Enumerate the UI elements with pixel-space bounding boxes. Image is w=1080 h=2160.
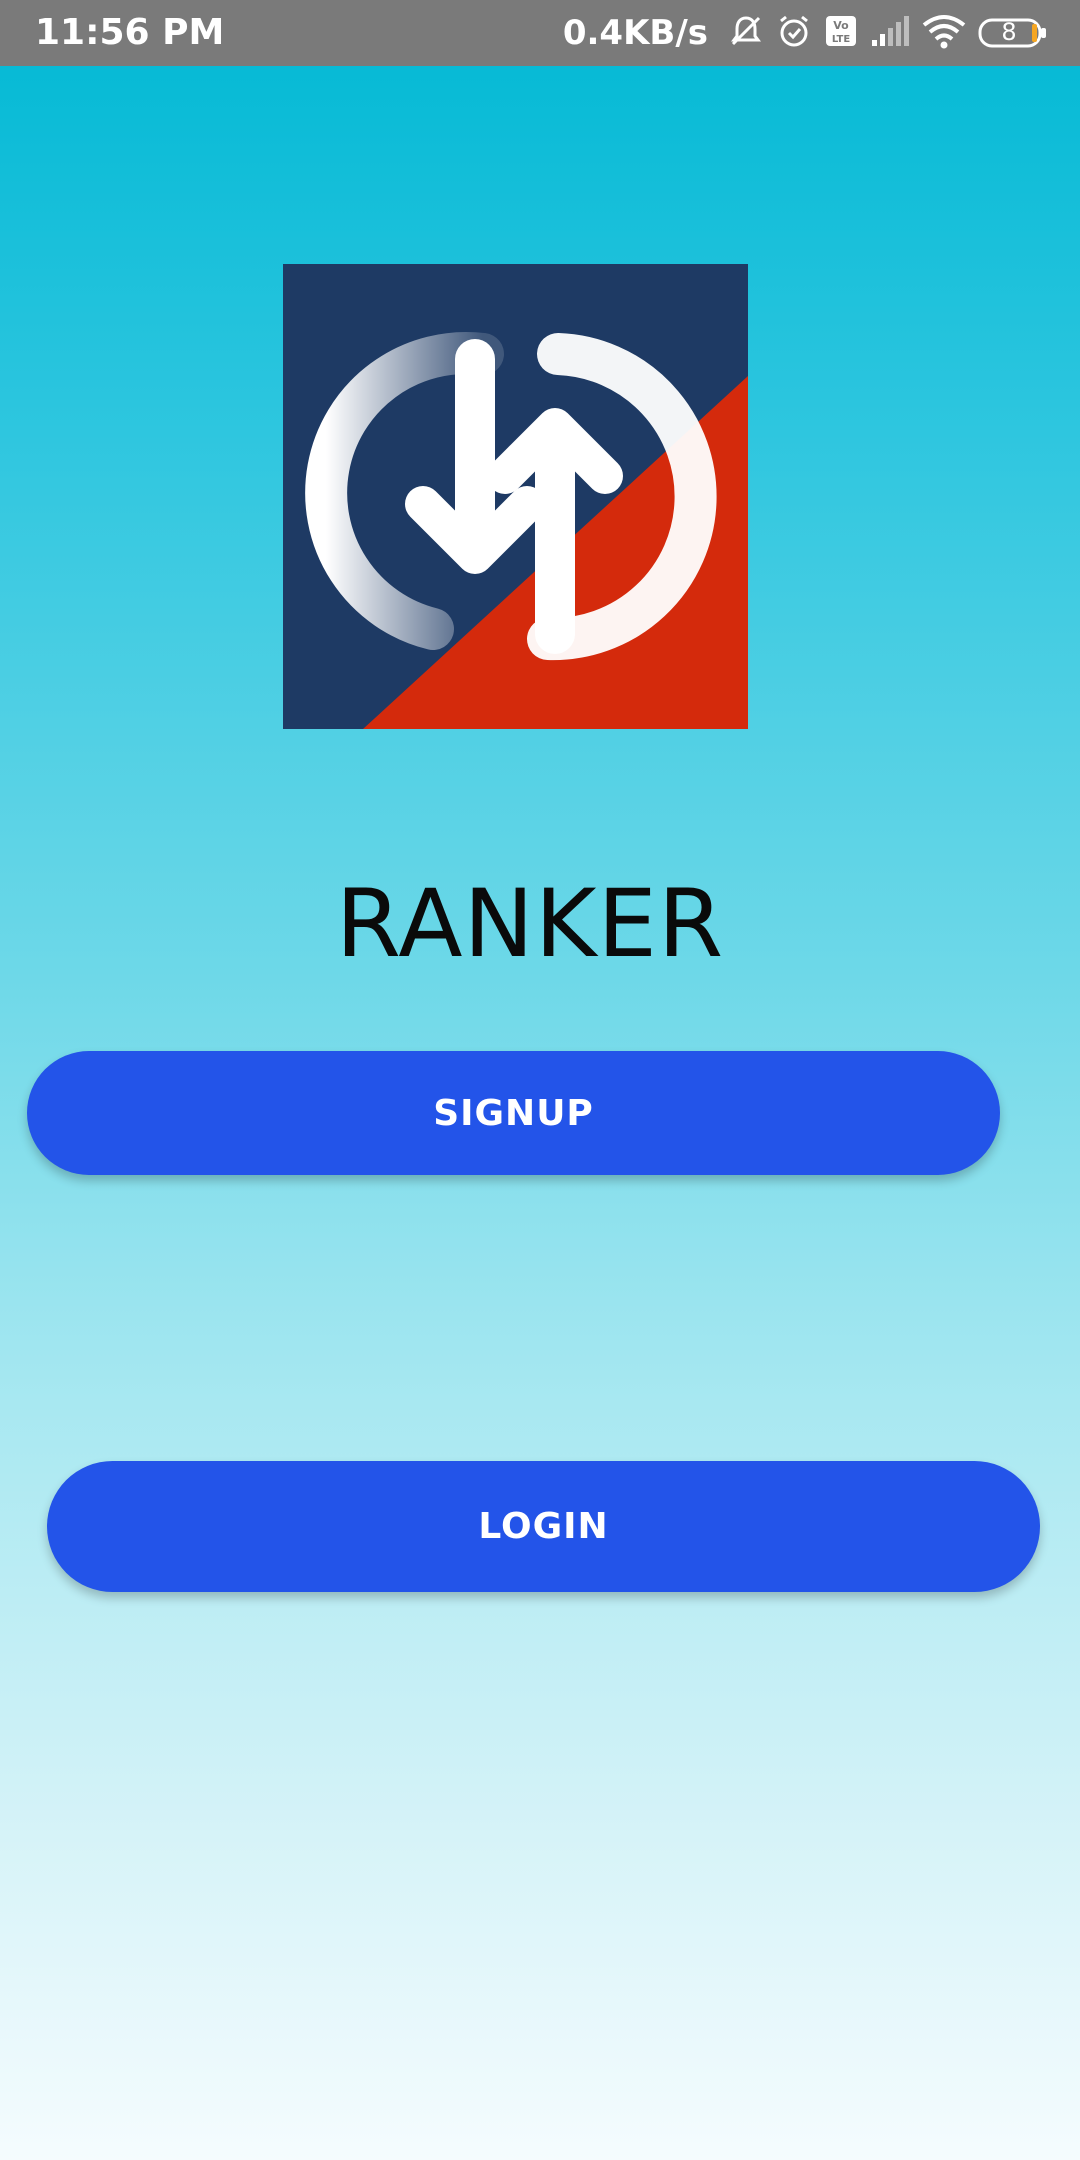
status-icons: 0.4KB/s Vo LTE 8 [563, 10, 1048, 56]
volte-icon: Vo LTE [824, 14, 858, 53]
battery-level: 8 [1001, 18, 1017, 46]
signup-button[interactable]: SIGNUP [27, 1051, 1000, 1175]
status-time: 11:56 PM [35, 12, 225, 53]
network-speed: 0.4KB/s [562, 13, 708, 53]
status-bar: 11:56 PM 0.4KB/s Vo LTE 8 [0, 0, 1080, 66]
svg-text:Vo: Vo [833, 19, 849, 32]
wifi-icon [922, 13, 966, 54]
app-title: RANKER [335, 870, 725, 979]
signal-icon [870, 14, 910, 53]
mute-bell-icon [728, 13, 764, 54]
alarm-icon [776, 13, 812, 54]
battery-icon: 8 [978, 17, 1048, 49]
ranker-logo-icon [283, 264, 748, 729]
svg-text:LTE: LTE [832, 34, 851, 45]
login-button[interactable]: LOGIN [47, 1461, 1040, 1592]
